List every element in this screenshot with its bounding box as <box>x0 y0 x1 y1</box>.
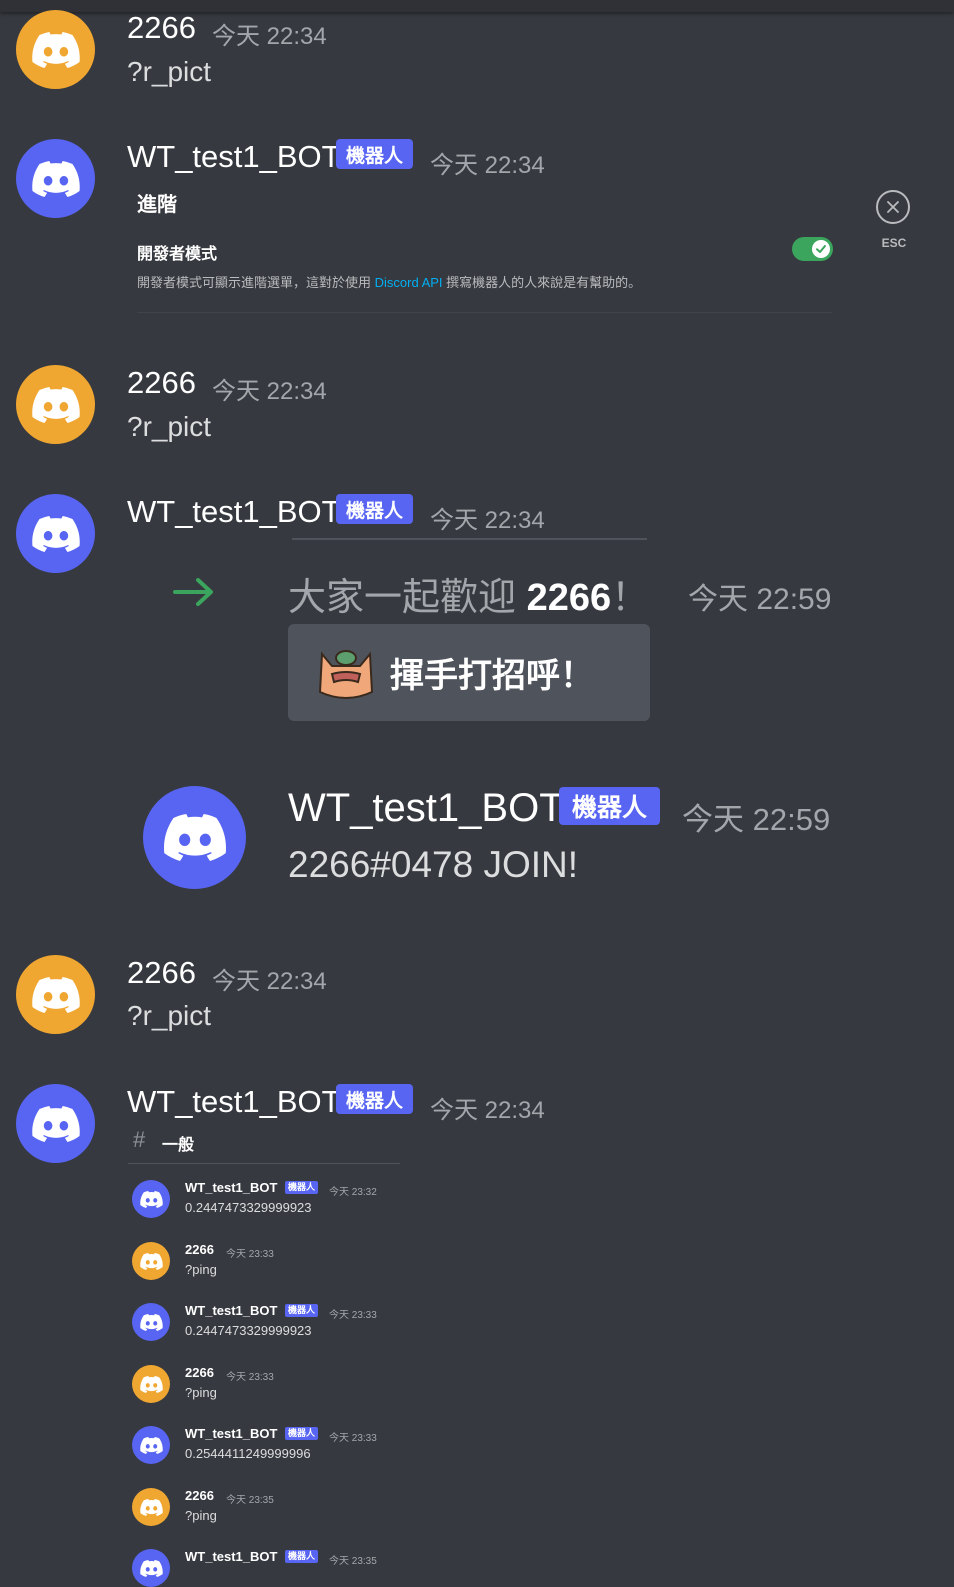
discord-icon <box>32 32 80 68</box>
avatar[interactable] <box>16 10 95 89</box>
avatar[interactable] <box>16 1084 95 1163</box>
bot-badge: 機器人 <box>285 1550 319 1563</box>
avatar[interactable] <box>132 1365 170 1403</box>
close-icon <box>887 201 899 213</box>
bot-badge: 機器人 <box>285 1181 319 1194</box>
bot-badge: 機器人 <box>336 1084 413 1114</box>
discord-icon <box>140 1437 163 1454</box>
message-text: ?r_pict <box>127 56 212 87</box>
discord-icon <box>140 1314 163 1331</box>
username[interactable]: WT_test1_BOT <box>127 494 341 530</box>
avatar[interactable] <box>16 494 95 573</box>
discord-icon <box>32 1106 80 1142</box>
username[interactable]: 2266 <box>185 1365 214 1380</box>
timestamp: 今天 23:33 <box>329 1310 377 1321</box>
timestamp: 今天 22:34 <box>430 507 545 534</box>
timestamp: 今天 23:35 <box>329 1556 377 1567</box>
welcome-username[interactable]: 2266 <box>527 577 612 619</box>
avatar[interactable] <box>132 1426 170 1464</box>
close-button[interactable] <box>876 190 910 224</box>
avatar[interactable] <box>16 365 95 444</box>
developer-mode-toggle[interactable] <box>792 237 833 261</box>
developer-mode-label: 開發者模式 <box>137 246 218 263</box>
channel-name[interactable]: 一般 <box>162 1131 194 1155</box>
message-text: 0.2447473329999923 <box>185 1200 312 1215</box>
divider <box>137 312 832 313</box>
esc-label: ESC <box>881 236 907 250</box>
message-text: ?r_pict <box>127 1000 212 1031</box>
discord-icon <box>32 161 80 197</box>
timestamp: 今天 23:33 <box>226 1249 274 1260</box>
username[interactable]: 2266 <box>127 10 196 46</box>
timestamp: 今天 23:32 <box>329 1187 377 1198</box>
username[interactable]: 2266 <box>185 1242 214 1257</box>
username[interactable]: 2266 <box>185 1488 214 1503</box>
avatar[interactable] <box>132 1488 170 1526</box>
timestamp: 今天 23:33 <box>329 1433 377 1444</box>
timestamp: 今天 22:34 <box>430 1097 545 1124</box>
timestamp: 今天 23:35 <box>226 1495 274 1506</box>
message-text: 0.2544411249999996 <box>185 1446 311 1461</box>
username[interactable]: 2266 <box>127 365 196 401</box>
username[interactable]: WT_test1_BOT <box>185 1549 277 1564</box>
discord-icon <box>140 1376 163 1393</box>
wave-button-label: 揮手打招呼！ <box>390 657 594 695</box>
avatar[interactable] <box>132 1303 170 1341</box>
avatar[interactable] <box>132 1549 170 1587</box>
timestamp: 今天 22:34 <box>212 378 327 405</box>
avatar[interactable] <box>143 786 246 889</box>
timestamp: 今天 22:59 <box>688 583 832 616</box>
divider <box>292 538 647 540</box>
discord-api-link[interactable]: Discord API <box>375 275 443 290</box>
discord-icon <box>140 1253 163 1270</box>
timestamp: 今天 23:33 <box>226 1372 274 1383</box>
join-arrow-icon <box>173 578 213 606</box>
message-text: 0.2447473329999923 <box>185 1323 312 1338</box>
settings-section-title: 進階 <box>137 194 177 216</box>
wave-sticker-icon <box>318 649 374 699</box>
timestamp: 今天 22:59 <box>682 802 831 837</box>
bot-badge: 機器人 <box>285 1304 319 1317</box>
message-text: ?ping <box>185 1508 217 1523</box>
discord-icon <box>32 387 80 423</box>
username[interactable]: WT_test1_BOT <box>127 1084 341 1120</box>
check-icon <box>812 240 830 258</box>
avatar[interactable] <box>16 139 95 218</box>
timestamp: 今天 22:34 <box>430 152 545 179</box>
avatar[interactable] <box>132 1242 170 1280</box>
discord-icon <box>140 1560 163 1577</box>
discord-icon <box>140 1499 163 1516</box>
bot-badge: 機器人 <box>336 494 413 524</box>
username[interactable]: WT_test1_BOT <box>185 1426 277 1441</box>
username[interactable]: WT_test1_BOT <box>185 1180 277 1195</box>
message-text: ?r_pict <box>127 411 212 442</box>
divider <box>128 1163 400 1164</box>
timestamp: 今天 22:34 <box>212 968 327 995</box>
message-text: ?ping <box>185 1385 217 1400</box>
welcome-message: 大家一起歡迎 2266！ <box>288 577 650 619</box>
bot-badge: 機器人 <box>559 787 660 825</box>
avatar[interactable] <box>132 1180 170 1218</box>
timestamp: 今天 22:34 <box>212 23 327 50</box>
bot-badge: 機器人 <box>336 139 413 169</box>
discord-icon <box>32 516 80 552</box>
wave-button[interactable]: 揮手打招呼！ <box>288 624 650 721</box>
discord-icon <box>32 977 80 1013</box>
bot-badge: 機器人 <box>285 1427 319 1440</box>
hashtag-icon: # <box>133 1127 146 1152</box>
username[interactable]: WT_test1_BOT <box>288 786 564 831</box>
message-text: 2266#0478 JOIN! <box>288 844 579 885</box>
username[interactable]: WT_test1_BOT <box>185 1303 277 1318</box>
developer-mode-description: 開發者模式可顯示進階選單，這對於使用 Discord API 撰寫機器人的人來說… <box>137 275 642 290</box>
username[interactable]: 2266 <box>127 955 196 991</box>
discord-icon <box>164 814 226 861</box>
message-text: ?ping <box>185 1262 217 1277</box>
discord-icon <box>140 1191 163 1208</box>
username[interactable]: WT_test1_BOT <box>127 139 341 175</box>
avatar[interactable] <box>16 955 95 1034</box>
